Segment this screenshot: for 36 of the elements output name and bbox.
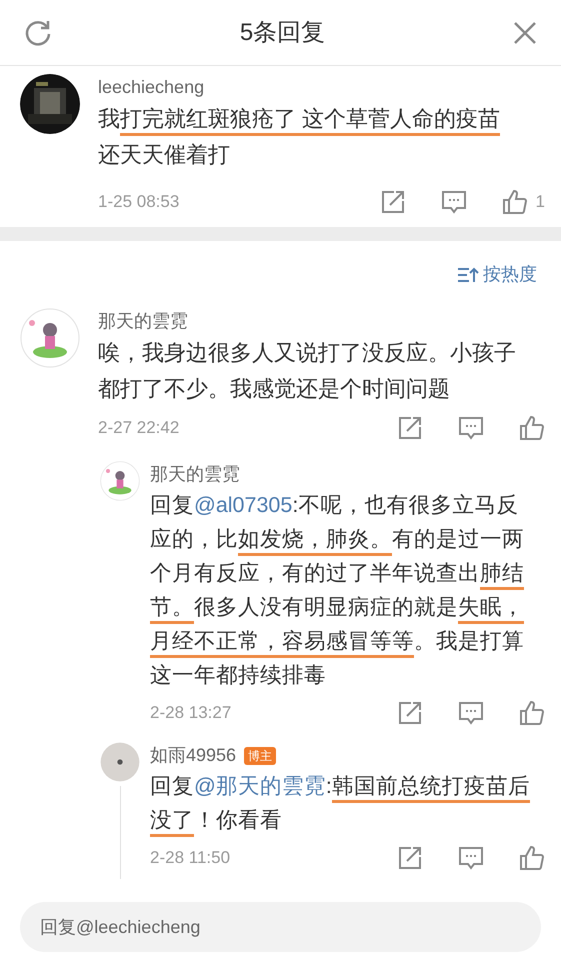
avatar[interactable] <box>20 308 80 368</box>
timestamp: 2-27 22:42 <box>98 417 180 440</box>
author-badge: 博主 <box>244 746 276 764</box>
comment-icon[interactable] <box>458 416 484 440</box>
username[interactable]: 那天的雲霓 <box>98 308 188 335</box>
username[interactable]: leechiecheng <box>98 74 545 101</box>
username[interactable]: 如雨49956 <box>150 742 236 769</box>
comment-icon[interactable] <box>440 190 467 214</box>
refresh-icon[interactable] <box>24 18 52 46</box>
comment-text: 回复@al07305:不呢，也有很多立马反应的，比如发烧，肺炎。有的是过一两个月有反应，有的过了半年说查出肺结节。很多人没有明显病症的就是失眠，月经不正常，容易感冒等等。我是打算这一年都持续排毒 <box>150 492 525 689</box>
like-icon[interactable] <box>519 845 545 871</box>
like-icon[interactable] <box>502 189 528 215</box>
share-icon[interactable] <box>397 701 423 725</box>
sort-button[interactable]: 按热度 <box>457 261 537 288</box>
mention-link[interactable]: @al07305 <box>194 493 292 517</box>
like-icon[interactable] <box>519 415 545 441</box>
comment-text: 我打完就红斑狼疮了 这个草菅人命的疫苗 还天天催着打 <box>98 105 502 169</box>
timestamp: 2-28 11:50 <box>150 847 232 870</box>
window-title: 5条回复 <box>240 18 326 48</box>
timestamp: 2-28 13:27 <box>150 702 232 724</box>
comment-text: 回复@那天的雲霓:韩国前总统打疫苗后没了！你看看 <box>150 769 545 837</box>
share-icon[interactable] <box>380 190 406 214</box>
share-icon[interactable] <box>397 846 423 870</box>
comment-icon[interactable] <box>458 846 484 870</box>
username[interactable]: 那天的雲霓 <box>150 461 240 488</box>
avatar[interactable] <box>100 461 140 501</box>
comment-icon[interactable] <box>458 701 484 725</box>
like-count: 1 <box>536 191 545 214</box>
share-icon[interactable] <box>397 416 423 440</box>
comment-text: 唉，我身边很多人又说打了没反应。小孩子都打了不少。我感觉还是个时间问题 <box>98 339 517 403</box>
reply-field[interactable]: 回复@leechiecheng <box>20 902 541 952</box>
timestamp: 1-25 08:53 <box>98 191 180 214</box>
sort-icon <box>457 266 479 284</box>
like-icon[interactable] <box>519 700 545 726</box>
mention-link[interactable]: @那天的雲霓 <box>194 774 326 798</box>
close-icon[interactable] <box>512 20 537 44</box>
